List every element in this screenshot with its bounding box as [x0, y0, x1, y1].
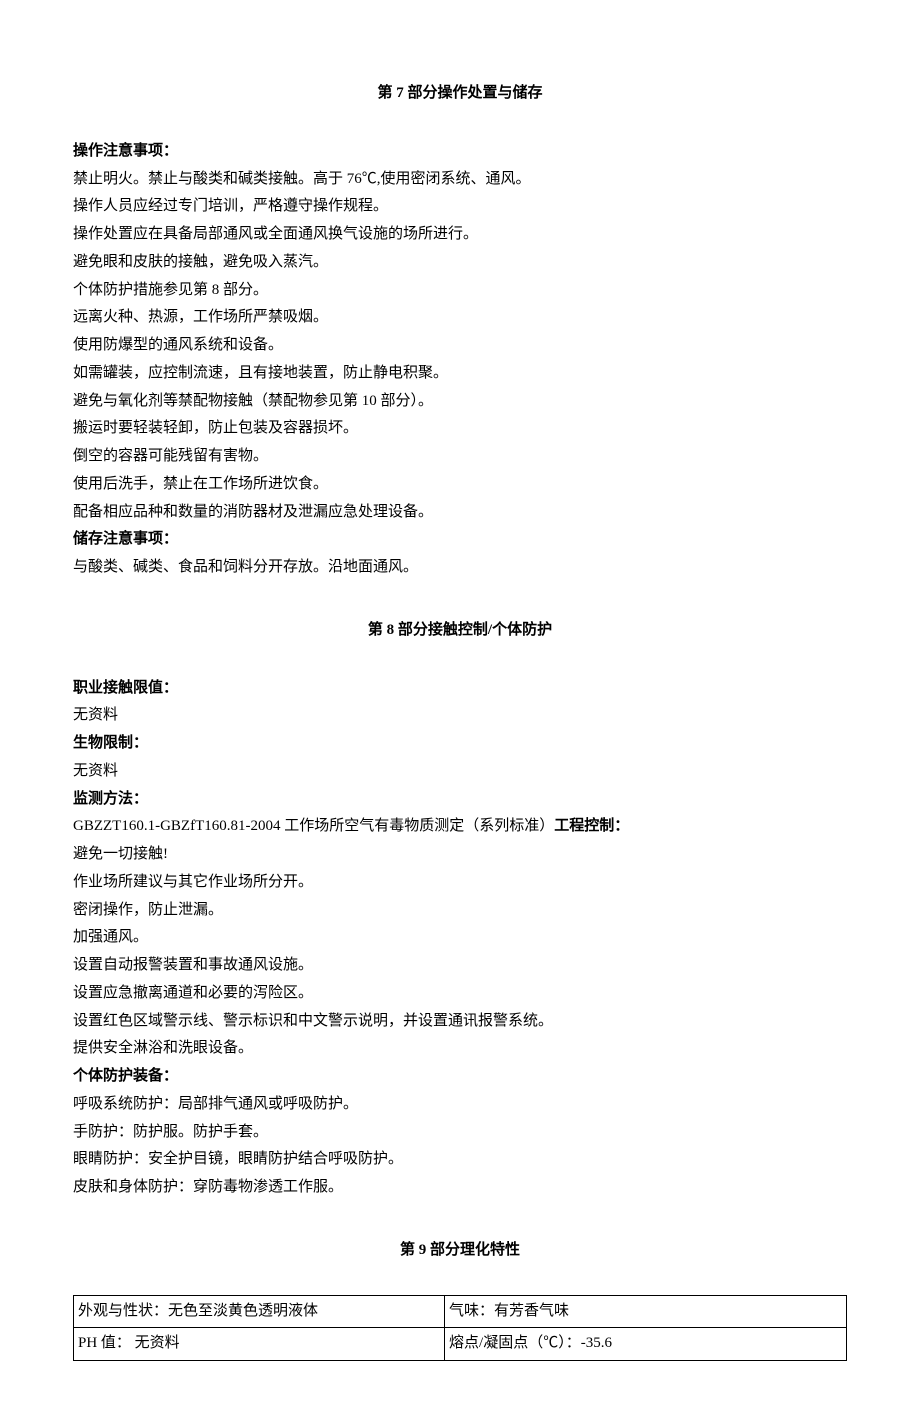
body-text: GBZZT160.1-GBZfT160.81-2004 工作场所空气有毒物质测定…: [73, 813, 847, 841]
body-text: 无资料: [73, 702, 847, 730]
body-text: 避免与氧化剂等禁配物接触（禁配物参见第 10 部分）。: [73, 388, 847, 416]
physical-chemical-properties-table: 外观与性状：无色至淡黄色透明液体 气味：有芳香气味 PH 值： 无资料 熔点/凝…: [73, 1295, 847, 1362]
section-8: 第 8 部分接触控制/个体防护 职业接触限值： 无资料 生物限制： 无资料 监测…: [73, 617, 847, 1202]
body-text: 密闭操作，防止泄漏。: [73, 897, 847, 925]
body-text: 使用后洗手，禁止在工作场所进饮食。: [73, 471, 847, 499]
ppe-heading: 个体防护装备：: [73, 1063, 847, 1091]
body-text: 远离火种、热源，工作场所严禁吸烟。: [73, 304, 847, 332]
body-text: 呼吸系统防护：局部排气通风或呼吸防护。: [73, 1091, 847, 1119]
section-7-title: 第 7 部分操作处置与储存: [73, 80, 847, 108]
melting-point-cell: 熔点/凝固点（℃）：-35.6: [445, 1328, 847, 1361]
body-text: 设置自动报警装置和事故通风设施。: [73, 952, 847, 980]
body-text: 设置应急撤离通道和必要的泻险区。: [73, 980, 847, 1008]
method-text: GBZZT160.1-GBZfT160.81-2004 工作场所空气有毒物质测定…: [73, 818, 554, 834]
storage-precautions-heading: 储存注意事项：: [73, 526, 847, 554]
handling-precautions-heading: 操作注意事项：: [73, 138, 847, 166]
exposure-limits-heading: 职业接触限值：: [73, 675, 847, 703]
section-9: 第 9 部分理化特性 外观与性状：无色至淡黄色透明液体 气味：有芳香气味 PH …: [73, 1237, 847, 1361]
body-text: 操作人员应经过专门培训，严格遵守操作规程。: [73, 193, 847, 221]
body-text: 无资料: [73, 758, 847, 786]
body-text: 操作处置应在具备局部通风或全面通风换气设施的场所进行。: [73, 221, 847, 249]
section-8-title: 第 8 部分接触控制/个体防护: [73, 617, 847, 645]
body-text: 手防护：防护服。防护手套。: [73, 1119, 847, 1147]
biological-limits-heading: 生物限制：: [73, 730, 847, 758]
body-text: 加强通风。: [73, 924, 847, 952]
body-text: 作业场所建议与其它作业场所分开。: [73, 869, 847, 897]
body-text: 个体防护措施参见第 8 部分。: [73, 277, 847, 305]
engineering-control-heading: 工程控制：: [554, 818, 629, 834]
body-text: 提供安全淋浴和洗眼设备。: [73, 1035, 847, 1063]
body-text: 使用防爆型的通风系统和设备。: [73, 332, 847, 360]
table-row: 外观与性状：无色至淡黄色透明液体 气味：有芳香气味: [74, 1295, 847, 1328]
appearance-cell: 外观与性状：无色至淡黄色透明液体: [74, 1295, 445, 1328]
table-row: PH 值： 无资料 熔点/凝固点（℃）：-35.6: [74, 1328, 847, 1361]
odor-cell: 气味：有芳香气味: [445, 1295, 847, 1328]
body-text: 设置红色区域警示线、警示标识和中文警示说明，并设置通讯报警系统。: [73, 1008, 847, 1036]
monitoring-method-heading: 监测方法：: [73, 786, 847, 814]
body-text: 搬运时要轻装轻卸，防止包装及容器损坏。: [73, 415, 847, 443]
body-text: 禁止明火。禁止与酸类和碱类接触。高于 76℃,使用密闭系统、通风。: [73, 166, 847, 194]
body-text: 皮肤和身体防护：穿防毒物渗透工作服。: [73, 1174, 847, 1202]
body-text: 如需罐装，应控制流速，且有接地装置，防止静电积聚。: [73, 360, 847, 388]
body-text: 避免一切接触!: [73, 841, 847, 869]
body-text: 倒空的容器可能残留有害物。: [73, 443, 847, 471]
body-text: 配备相应品种和数量的消防器材及泄漏应急处理设备。: [73, 499, 847, 527]
body-text: 与酸类、碱类、食品和饲料分开存放。沿地面通风。: [73, 554, 847, 582]
section-7: 第 7 部分操作处置与储存 操作注意事项： 禁止明火。禁止与酸类和碱类接触。高于…: [73, 80, 847, 582]
body-text: 眼睛防护：安全护目镜，眼睛防护结合呼吸防护。: [73, 1146, 847, 1174]
body-text: 避免眼和皮肤的接触，避免吸入蒸汽。: [73, 249, 847, 277]
ph-cell: PH 值： 无资料: [74, 1328, 445, 1361]
section-9-title: 第 9 部分理化特性: [73, 1237, 847, 1265]
